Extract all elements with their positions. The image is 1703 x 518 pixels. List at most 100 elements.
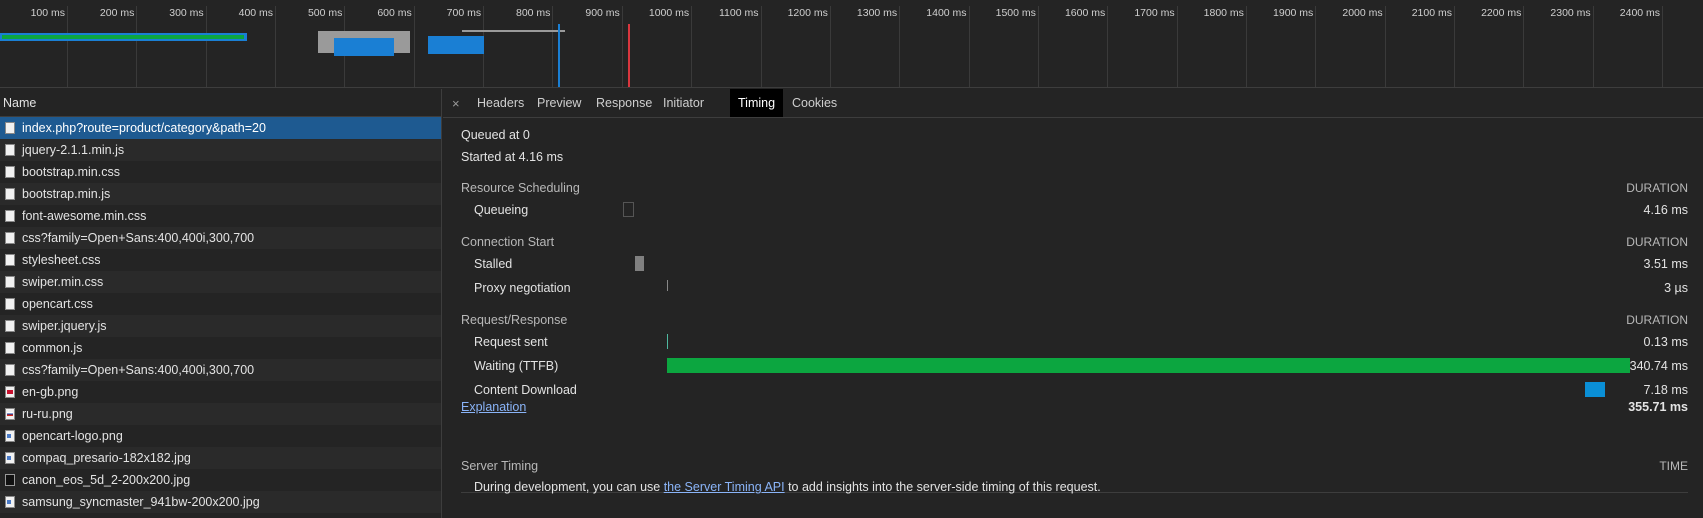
overview-gridline [413, 6, 415, 87]
duration-header: DURATION [1626, 235, 1688, 249]
overview-tick-label: 1300 ms [856, 7, 898, 19]
tab-cookies[interactable]: Cookies [784, 89, 845, 117]
overview-gridline [829, 6, 831, 87]
overview-tick-label: 900 ms [585, 7, 620, 19]
request-name: compaq_presario-182x182.jpg [22, 451, 191, 465]
timing-row-value: 3 µs [1664, 281, 1688, 295]
timing-row-value: 3.51 ms [1643, 257, 1688, 271]
timing-section-title: Connection Start [461, 235, 555, 249]
request-row[interactable]: swiper.jquery.js [0, 315, 441, 337]
tab-preview[interactable]: Preview [529, 89, 589, 117]
network-overview[interactable]: 100 ms 200 ms 300 ms 400 ms 500 ms 600 ms 700 … [0, 0, 1703, 88]
request-row[interactable]: stylesheet.css [0, 249, 441, 271]
overview-gridline [1592, 6, 1594, 87]
request-row[interactable]: ru-ru.png [0, 403, 441, 425]
request-row[interactable]: compaq_presario-182x182.jpg [0, 447, 441, 469]
request-name: bootstrap.min.css [22, 165, 120, 179]
started-at-text: Started at 4.16 ms [461, 150, 564, 164]
overview-gridline [136, 6, 138, 87]
overview-document-waiting [2, 35, 244, 39]
overview-tick-label: 1900 ms [1273, 7, 1314, 19]
overview-gridline [1523, 6, 1525, 87]
tab-initiator[interactable]: Initiator [655, 89, 712, 117]
request-name: ru-ru.png [22, 407, 73, 421]
request-details-panel: × Headers Preview Response Initiator Timing C… [443, 89, 1703, 518]
timing-bar [667, 358, 1630, 373]
overview-resource-cluster-blue-2 [428, 36, 484, 54]
overview-gridline [691, 6, 693, 87]
timing-bar [635, 256, 644, 271]
request-row[interactable]: opencart-logo.png [0, 425, 441, 447]
overview-tick-label: 800 ms [516, 7, 551, 19]
overview-gridline [1662, 6, 1664, 87]
document-icon [5, 320, 15, 332]
request-row[interactable]: samsung_syncmaster_941bw-200x200.jpg [0, 491, 441, 513]
request-row[interactable]: canon_eos_5d_2-200x200.jpg [0, 469, 441, 491]
document-icon [5, 210, 15, 222]
overview-gridline [552, 6, 554, 87]
request-row[interactable]: css?family=Open+Sans:400,400i,300,700 [0, 359, 441, 381]
timing-bar [666, 280, 668, 291]
overview-gridline [205, 6, 207, 87]
overview-tick-label: 1100 ms [719, 7, 759, 19]
overview-tick-label: 400 ms [238, 7, 274, 19]
server-timing-info: During development, you can use the Serv… [474, 480, 1101, 494]
overview-tick-label: 1500 ms [995, 7, 1036, 19]
request-name: samsung_syncmaster_941bw-200x200.jpg [22, 495, 260, 509]
request-row[interactable]: opencart.css [0, 293, 441, 315]
document-icon [5, 254, 15, 266]
tab-response[interactable]: Response [588, 89, 660, 117]
timing-row-label: Queueing [474, 203, 529, 217]
request-row[interactable]: css?family=Open+Sans:400,400i,300,700 [0, 227, 441, 249]
document-icon [5, 342, 15, 354]
timing-row-label: Stalled [474, 257, 513, 271]
overview-gridline [621, 6, 623, 87]
request-list-panel: Name index.php?route=product/category&pa… [0, 89, 442, 518]
request-row[interactable]: swiper.min.css [0, 271, 441, 293]
request-row[interactable]: bootstrap.min.js [0, 183, 441, 205]
request-row[interactable]: en-gb.png [0, 381, 441, 403]
tab-headers[interactable]: Headers [469, 89, 532, 117]
timing-row-label: Request sent [474, 335, 548, 349]
overview-gridline [1107, 6, 1109, 87]
overview-tick-label: 2200 ms [1481, 7, 1522, 19]
duration-header: DURATION [1626, 181, 1688, 195]
timing-row-label: Proxy negotiation [474, 281, 571, 295]
overview-gridline [968, 6, 970, 87]
server-timing-text-end: to add insights into the server-side tim… [784, 480, 1101, 494]
document-icon [5, 122, 15, 134]
timing-section-title: Resource Scheduling [461, 181, 580, 195]
overview-tick-label: 1200 ms [787, 7, 828, 19]
image-icon [5, 496, 15, 508]
request-row[interactable]: bootstrap.min.css [0, 161, 441, 183]
overview-tick-label: 600 ms [377, 7, 412, 19]
request-row[interactable]: jquery-2.1.1.min.js [0, 139, 441, 161]
overview-gridline [1384, 6, 1386, 87]
document-icon [5, 188, 15, 200]
timing-row-label: Content Download [474, 383, 577, 397]
overview-tick-label: 2100 ms [1411, 7, 1452, 19]
timing-bar [666, 334, 668, 349]
server-timing-api-link[interactable]: the Server Timing API [664, 480, 785, 494]
name-column-header[interactable]: Name [0, 89, 441, 117]
overview-gridline [275, 6, 277, 87]
explanation-link[interactable]: Explanation [461, 400, 526, 414]
duration-header: DURATION [1626, 313, 1688, 327]
timing-row-value: 4.16 ms [1643, 203, 1688, 217]
image-icon [5, 430, 15, 442]
overview-gridline [1037, 6, 1039, 87]
document-icon [5, 276, 15, 288]
close-icon[interactable]: × [452, 96, 460, 111]
timing-row-value: 340.74 ms [1629, 359, 1688, 373]
request-name: css?family=Open+Sans:400,400i,300,700 [22, 363, 255, 377]
document-icon [5, 364, 15, 376]
server-timing-time-header: TIME [1659, 459, 1688, 473]
request-row[interactable]: index.php?route=product/category&path=20 [0, 117, 441, 139]
overview-gridline [1176, 6, 1178, 87]
request-name: css?family=Open+Sans:400,400i,300,700 [22, 231, 255, 245]
request-row[interactable]: common.js [0, 337, 441, 359]
request-row[interactable]: font-awesome.min.css [0, 205, 441, 227]
overview-tick-label: 2000 ms [1342, 7, 1383, 19]
tab-timing[interactable]: Timing [730, 89, 784, 117]
document-icon [5, 232, 15, 244]
